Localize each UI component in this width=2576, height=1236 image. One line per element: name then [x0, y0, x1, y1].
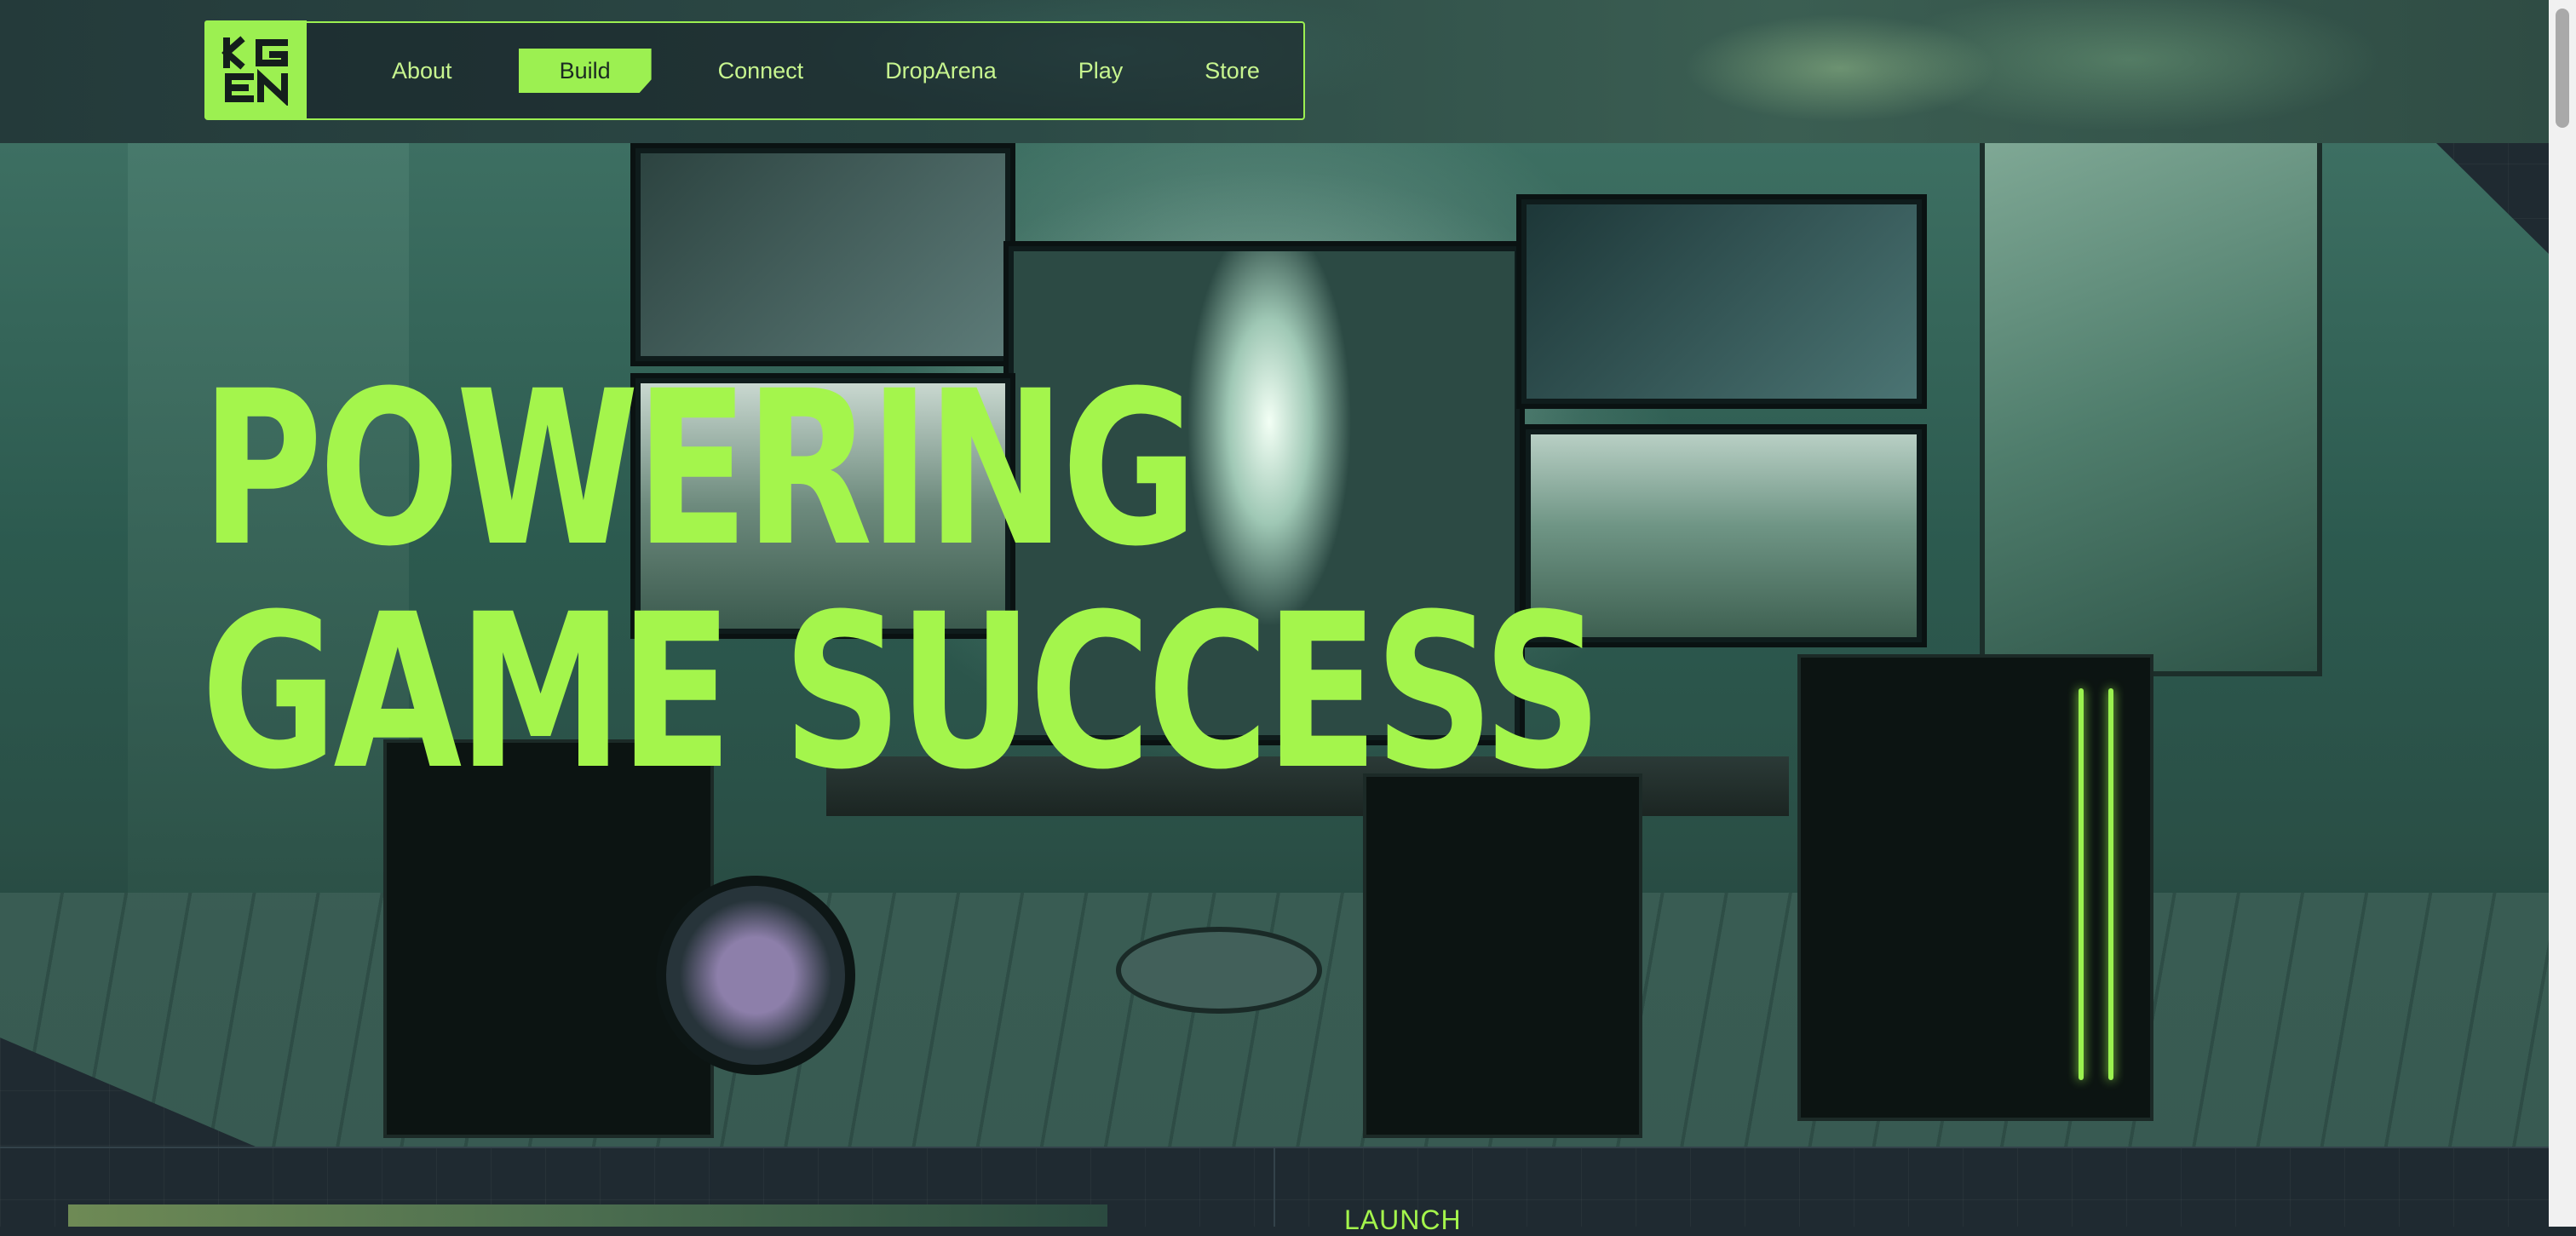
nav-item-connect[interactable]: Connect — [677, 49, 845, 93]
hero-monitor-top-left — [630, 143, 1015, 366]
nav-item-play[interactable]: Play — [1038, 49, 1164, 93]
hero-pc-light-strip — [2079, 688, 2084, 1080]
hero-headline-line-2: GAME SUCCESS — [201, 568, 1602, 816]
hero-pc-case-right — [1797, 654, 2153, 1121]
scrollbar-thumb[interactable] — [2556, 9, 2569, 128]
section-image — [68, 1204, 1107, 1227]
hero-wall-art-right — [1985, 143, 2317, 671]
page-scrollbar[interactable] — [2549, 0, 2576, 1227]
hero-pc-light-strip — [2108, 688, 2113, 1080]
hero-fan — [656, 876, 855, 1075]
hero-headline: POWERING GAME SUCCESS — [201, 345, 1602, 816]
hero-floor — [0, 893, 2549, 1147]
launch-heading: LAUNCH — [1344, 1204, 1462, 1235]
section-divider-vertical — [1274, 1148, 1275, 1227]
kgen-logo[interactable] — [204, 20, 307, 119]
hero-speaker-puck — [1116, 927, 1322, 1014]
nav-items: About Build Connect DropArena Play Store — [351, 49, 1301, 93]
hero-pc-case-center — [1363, 773, 1642, 1138]
nav-item-droparena[interactable]: DropArena — [844, 49, 1038, 93]
nav-item-about[interactable]: About — [351, 49, 493, 93]
main-nav: About Build Connect DropArena Play Store — [204, 20, 1305, 120]
kgen-logo-icon — [221, 36, 288, 106]
nav-item-store[interactable]: Store — [1164, 49, 1301, 93]
hero-headline-line-1: POWERING — [201, 345, 1198, 593]
nav-item-build[interactable]: Build — [519, 49, 652, 93]
